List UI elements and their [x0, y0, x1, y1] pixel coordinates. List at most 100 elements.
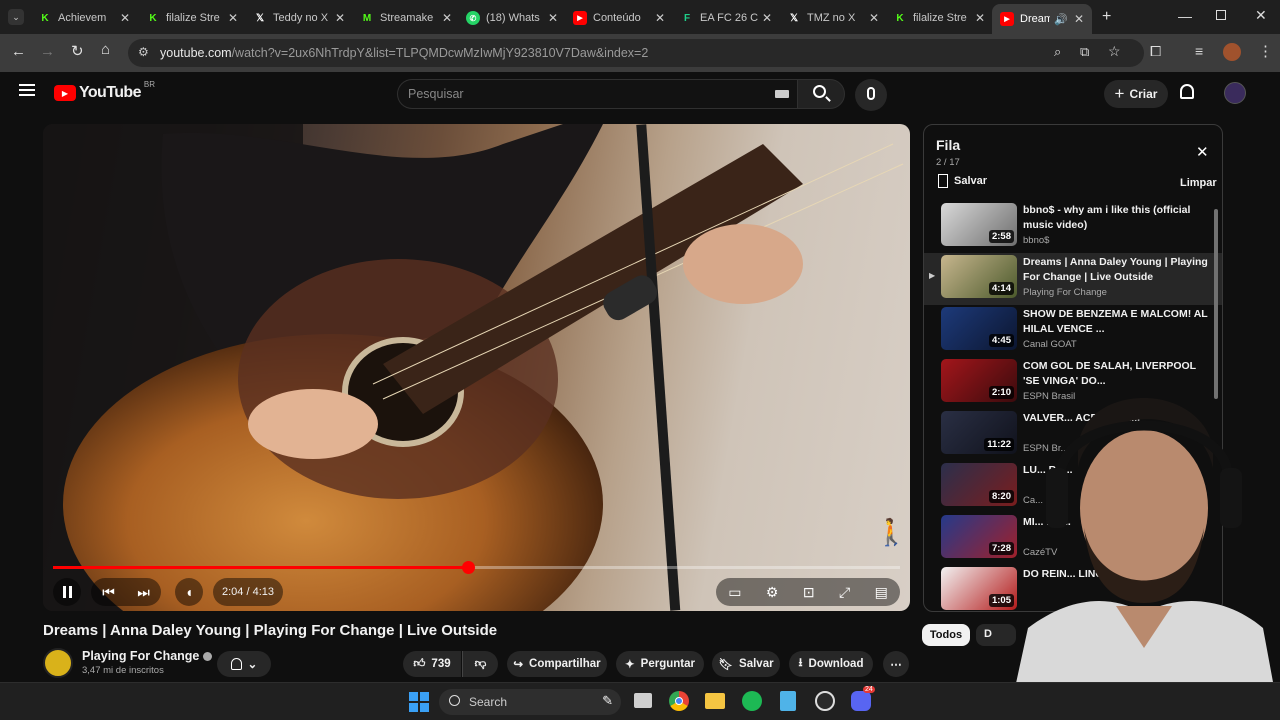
- queue-scrollbar[interactable]: [1214, 209, 1218, 399]
- reload-icon[interactable]: ↻: [71, 42, 84, 60]
- account-avatar[interactable]: [1224, 82, 1246, 104]
- file-explorer-icon[interactable]: [705, 693, 725, 709]
- channel-avatar[interactable]: [43, 648, 73, 678]
- queue-item[interactable]: 2:58 bbno$ - why am i like this (officia…: [924, 201, 1222, 253]
- previous-icon[interactable]: ⏮: [102, 584, 115, 601]
- share-button[interactable]: ↪ Compartilhar: [507, 651, 607, 677]
- browser-menu-icon[interactable]: ⋮: [1258, 42, 1273, 60]
- browser-tab[interactable]: ✆ (18) Whats ✕: [466, 4, 558, 32]
- zoom-icon[interactable]: ⌕: [1054, 44, 1061, 60]
- dislike-button[interactable]: 👎︎: [462, 651, 498, 677]
- search-placeholder: Pesquisar: [408, 87, 464, 101]
- bookmark-icon: 🔖︎: [718, 659, 734, 671]
- media-controls-icon[interactable]: ≡: [1195, 43, 1203, 59]
- chip-all[interactable]: Todos: [922, 624, 970, 646]
- chrome-icon[interactable]: [669, 691, 689, 711]
- channel-watermark-icon[interactable]: 🚶: [875, 516, 907, 548]
- progress-scrubber-handle[interactable]: [462, 561, 476, 574]
- video-player[interactable]: 🚶 ⏮ ⏭ ◖ 2:04 / 4:13 ▭ ⚙ ⊡ ⤢ ▤: [43, 124, 910, 611]
- streamake-icon: M: [362, 12, 372, 24]
- close-tab-icon[interactable]: ✕: [442, 11, 452, 25]
- download-button[interactable]: ⭳ Download: [789, 651, 873, 677]
- subscribed-bell-button[interactable]: ⌄: [217, 651, 271, 677]
- install-app-icon[interactable]: ⧉: [1080, 44, 1089, 60]
- queue-item-title: bbno$ - why am i like this (official mus…: [1023, 204, 1191, 231]
- close-tab-icon[interactable]: ✕: [655, 11, 665, 25]
- next-icon[interactable]: ⏭: [137, 584, 150, 601]
- minimize-icon[interactable]: —: [1178, 8, 1192, 24]
- url-bar[interactable]: ⚙ youtube.com/watch?v=2ux6NhTrdpY&list=T…: [128, 39, 1144, 67]
- browser-tab[interactable]: K filalize Stre ✕: [146, 4, 238, 32]
- queue-item-title: Dreams | Anna Daley Young | Playing For …: [1023, 256, 1208, 283]
- windows-start-icon[interactable]: [409, 692, 429, 712]
- browser-tab[interactable]: ▶ Conteúdo ✕: [573, 4, 665, 32]
- miniplayer-icon[interactable]: ▤: [875, 584, 888, 601]
- tab-title: Dream: [1020, 13, 1050, 25]
- browser-tab[interactable]: K Achievem ✕: [38, 4, 130, 32]
- search-input[interactable]: Pesquisar: [397, 79, 797, 109]
- close-tab-icon[interactable]: ✕: [335, 11, 345, 25]
- clear-queue-button[interactable]: Limpar: [1180, 177, 1217, 189]
- hamburger-menu-icon[interactable]: [19, 84, 35, 96]
- close-tab-icon[interactable]: ✕: [762, 11, 772, 25]
- browser-tab[interactable]: 𝕏 Teddy no X ✕: [253, 4, 345, 32]
- queue-item-current[interactable]: ▶ 4:14 Dreams | Anna Daley Young | Playi…: [924, 253, 1222, 305]
- save-queue-button[interactable]: Salvar: [938, 174, 987, 188]
- time-display-text: 2:04 / 4:13: [222, 586, 274, 598]
- settings-gear-icon[interactable]: ⚙: [766, 584, 779, 601]
- spotify-icon[interactable]: [742, 691, 762, 711]
- profile-avatar[interactable]: [1223, 43, 1241, 61]
- theater-mode-icon[interactable]: ⊡: [803, 584, 815, 601]
- close-tab-icon[interactable]: ✕: [975, 11, 985, 25]
- bookmark-star-icon[interactable]: ☆: [1108, 43, 1121, 60]
- new-tab-icon[interactable]: +: [1102, 8, 1111, 26]
- channel-name[interactable]: Playing For Change: [82, 649, 199, 663]
- progress-bar[interactable]: [53, 561, 900, 574]
- voice-search-button[interactable]: [855, 79, 887, 111]
- restore-icon[interactable]: [1216, 10, 1226, 20]
- discord-icon[interactable]: 24: [851, 686, 875, 711]
- pause-button[interactable]: [53, 578, 81, 606]
- browser-tab[interactable]: K filalize Stre ✕: [893, 4, 985, 32]
- like-button[interactable]: 👍︎ 739: [403, 651, 461, 677]
- close-tab-icon[interactable]: ✕: [1074, 12, 1084, 26]
- close-tab-icon[interactable]: ✕: [120, 11, 130, 25]
- queue-item-channel: bbno$: [1023, 235, 1050, 246]
- forward-icon[interactable]: →: [40, 43, 55, 60]
- ask-button[interactable]: ✦ Perguntar: [616, 651, 704, 677]
- close-tab-icon[interactable]: ✕: [548, 11, 558, 25]
- close-tab-icon[interactable]: ✕: [228, 11, 238, 25]
- task-view-icon[interactable]: [634, 693, 652, 708]
- url-text[interactable]: youtube.com/watch?v=2ux6NhTrdpY&list=TLP…: [160, 46, 648, 60]
- volume-button[interactable]: ◖: [175, 578, 203, 606]
- search-button[interactable]: [797, 79, 845, 109]
- close-tab-icon[interactable]: ✕: [869, 11, 879, 25]
- fullscreen-icon[interactable]: ⤢: [839, 584, 850, 601]
- queue-item-thumbnail: 7:28: [941, 515, 1017, 558]
- keyboard-icon[interactable]: [775, 90, 789, 98]
- notifications-bell-icon[interactable]: [1180, 84, 1194, 99]
- extensions-icon[interactable]: ⧠: [1150, 43, 1161, 60]
- progress-bar-played: [53, 566, 469, 569]
- site-info-icon[interactable]: ⚙: [138, 45, 149, 59]
- notepad-icon[interactable]: [780, 691, 796, 711]
- taskbar-search[interactable]: Search ✎: [439, 689, 621, 715]
- subtitles-icon[interactable]: ▭: [728, 584, 741, 601]
- address-bar-row: ← → ↻ ⌂ ⚙ youtube.com/watch?v=2ux6NhTrdp…: [0, 34, 1280, 72]
- browser-tab[interactable]: F EA FC 26 C ✕: [680, 4, 772, 32]
- create-button[interactable]: + Criar: [1104, 80, 1168, 108]
- obs-app-icon[interactable]: [815, 691, 835, 711]
- browser-tab[interactable]: 𝕏 TMZ no X ✕: [787, 4, 879, 32]
- close-window-icon[interactable]: ✕: [1255, 7, 1267, 24]
- save-button[interactable]: 🔖︎ Salvar: [712, 651, 780, 677]
- browser-tab[interactable]: M Streamake ✕: [360, 4, 452, 32]
- youtube-logo[interactable]: ▶ YouTube BR: [54, 80, 155, 102]
- tab-search-dropdown-icon[interactable]: ⌄: [8, 9, 24, 25]
- audio-playing-icon[interactable]: 🔊: [1054, 13, 1068, 26]
- queue-item[interactable]: 4:45 SHOW DE BENZEMA E MALCOM! AL HILAL …: [924, 305, 1222, 357]
- home-icon[interactable]: ⌂: [101, 41, 110, 58]
- browser-tab-active[interactable]: ▶ Dream 🔊 ✕: [992, 4, 1092, 34]
- close-queue-icon[interactable]: ✕: [1196, 143, 1209, 161]
- back-icon[interactable]: ←: [11, 43, 26, 60]
- more-actions-button[interactable]: ⋯: [883, 651, 909, 677]
